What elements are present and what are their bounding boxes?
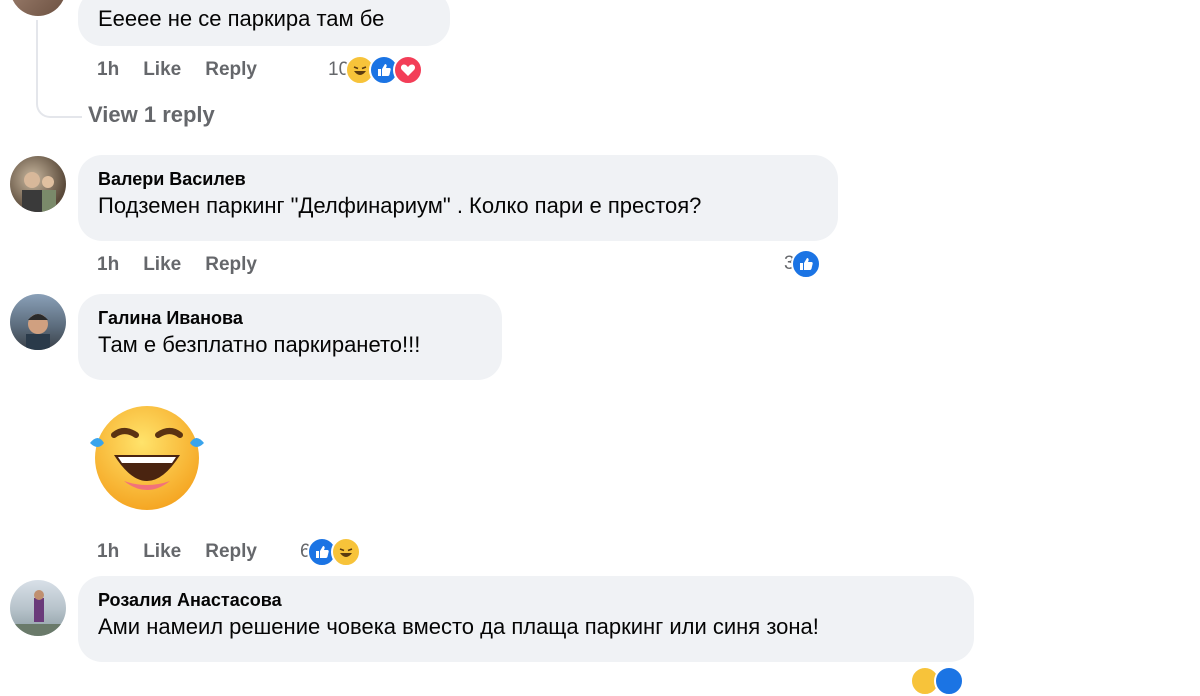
haha-icon [330,537,361,567]
comment-text: Там е безплатно паркирането!!! [98,332,421,357]
comment-actions: 1h Like Reply [97,250,281,280]
laughing-emoji-sticker [84,403,210,513]
reply-button[interactable]: Reply [205,254,257,276]
comment-bubble: Валери Василев Подземен паркинг "Делфина… [78,155,838,241]
reply-button[interactable]: Reply [205,59,257,81]
comment-author[interactable]: Розалия Анастасова [98,588,954,612]
reactions-summary[interactable] [910,666,964,696]
like-button[interactable]: Like [143,541,181,563]
comment-bubble: Ееееe не се паркира там бе [78,0,450,46]
comment-author[interactable]: Галина Иванова [98,306,482,330]
reactions-summary[interactable]: 3 [784,249,821,279]
avatar[interactable] [10,156,66,212]
love-icon [393,55,424,85]
comment-bubble: Галина Иванова Там е безплатно паркиране… [78,294,502,380]
like-icon [790,249,821,279]
comment-text: Подземен паркинг "Делфинариум" . Колко п… [98,193,702,218]
comment-text: Ееееe не се паркира там бе [98,6,385,31]
avatar[interactable] [10,580,66,636]
thread-connector [36,20,82,118]
reply-button[interactable]: Reply [205,541,257,563]
comment-author[interactable]: Валери Василев [98,167,818,191]
avatar[interactable] [10,0,66,16]
reactions-summary[interactable]: 6 [300,537,361,567]
like-button[interactable]: Like [143,59,181,81]
comment-time[interactable]: 1h [97,254,119,276]
comment-time[interactable]: 1h [97,541,119,563]
avatar[interactable] [10,294,66,350]
comment-bubble: Розалия Анастасова Ами намеил решение чо… [78,576,974,662]
comment-text: Ами намеил решение човека вместо да плащ… [98,614,819,639]
comment-actions: 1h Like Reply [97,55,281,85]
comment-actions: 1h Like Reply [97,537,281,567]
like-button[interactable]: Like [143,254,181,276]
reactions-summary[interactable]: 10 [328,55,424,85]
comment-time[interactable]: 1h [97,59,119,81]
view-replies-link[interactable]: View 1 reply [88,102,215,128]
like-icon [934,666,964,696]
